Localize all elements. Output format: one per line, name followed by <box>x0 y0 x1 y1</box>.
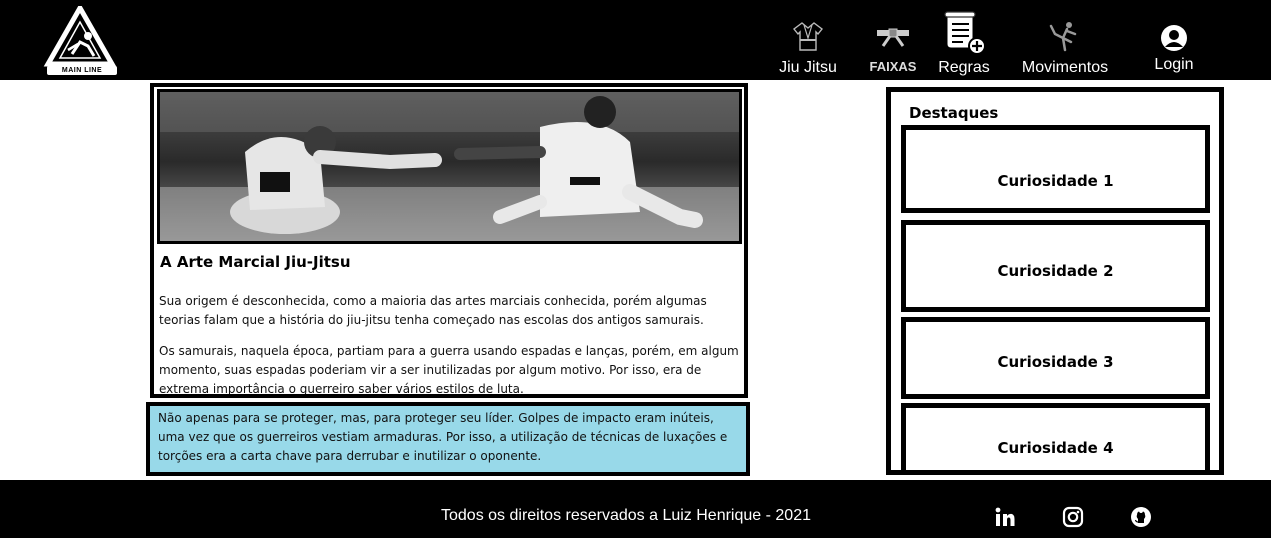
user-icon <box>1160 24 1188 57</box>
curiosity-card-2[interactable]: Curiosidade 2 <box>901 220 1210 312</box>
curiosity-card-4[interactable]: Curiosidade 4 <box>901 403 1210 470</box>
instagram-icon[interactable] <box>1062 506 1084 528</box>
highlight-box: Não apenas para se proteger, mas, para p… <box>146 402 750 476</box>
linkedin-icon[interactable] <box>994 506 1016 528</box>
top-navbar: MAIN LINE Jiu Jitsu FAIXAS Regras Movime… <box>0 0 1271 80</box>
nav-jiu-jitsu[interactable]: Jiu Jitsu <box>770 0 846 80</box>
nav-label: Login <box>1154 56 1194 73</box>
copyright-text: Todos os direitos reservados a Luiz Henr… <box>441 507 811 524</box>
gi-icon <box>792 20 824 57</box>
nav-label: Regras <box>938 59 990 76</box>
github-icon[interactable] <box>1130 506 1152 528</box>
logo-label: MAIN LINE <box>47 66 117 75</box>
nav-movimentos[interactable]: Movimentos <box>1014 0 1116 80</box>
article-title: A Arte Marcial Jiu-Jitsu <box>160 253 351 271</box>
nav-label: Movimentos <box>1021 59 1109 76</box>
sidebar-title: Destaques <box>909 104 999 122</box>
nav-label: FAIXAS <box>869 59 917 74</box>
article-paragraph: Sua origem é desconhecida, como a maiori… <box>159 294 707 327</box>
belt-icon <box>875 26 911 53</box>
curiosity-card-3[interactable]: Curiosidade 3 <box>901 317 1210 399</box>
kick-icon <box>1049 20 1081 57</box>
curiosity-label: Curiosidade 2 <box>997 262 1114 280</box>
article-card: A Arte Marcial Jiu-Jitsu Sua origem é de… <box>150 83 748 398</box>
curiosity-label: Curiosidade 3 <box>997 353 1114 371</box>
nav-regras[interactable]: Regras <box>932 0 996 80</box>
footer: Todos os direitos reservados a Luiz Henr… <box>0 480 1271 538</box>
highlights-sidebar: Destaques Curiosidade 1 Curiosidade 2 Cu… <box>886 87 1224 475</box>
nav-label: Jiu Jitsu <box>779 59 837 76</box>
jiu-jitsu-photo <box>157 89 742 244</box>
nav-faixas[interactable]: FAIXAS <box>864 0 922 80</box>
curiosity-label: Curiosidade 1 <box>997 172 1114 190</box>
highlight-paragraph: Não apenas para se proteger, mas, para p… <box>158 411 728 463</box>
nav-login[interactable]: Login <box>1146 0 1202 80</box>
curiosity-label: Curiosidade 4 <box>997 439 1114 457</box>
curiosity-card-1[interactable]: Curiosidade 1 <box>901 125 1210 213</box>
rules-scroll-icon <box>941 10 987 61</box>
article-paragraph: Os samurais, naquela época, partiam para… <box>159 344 739 396</box>
